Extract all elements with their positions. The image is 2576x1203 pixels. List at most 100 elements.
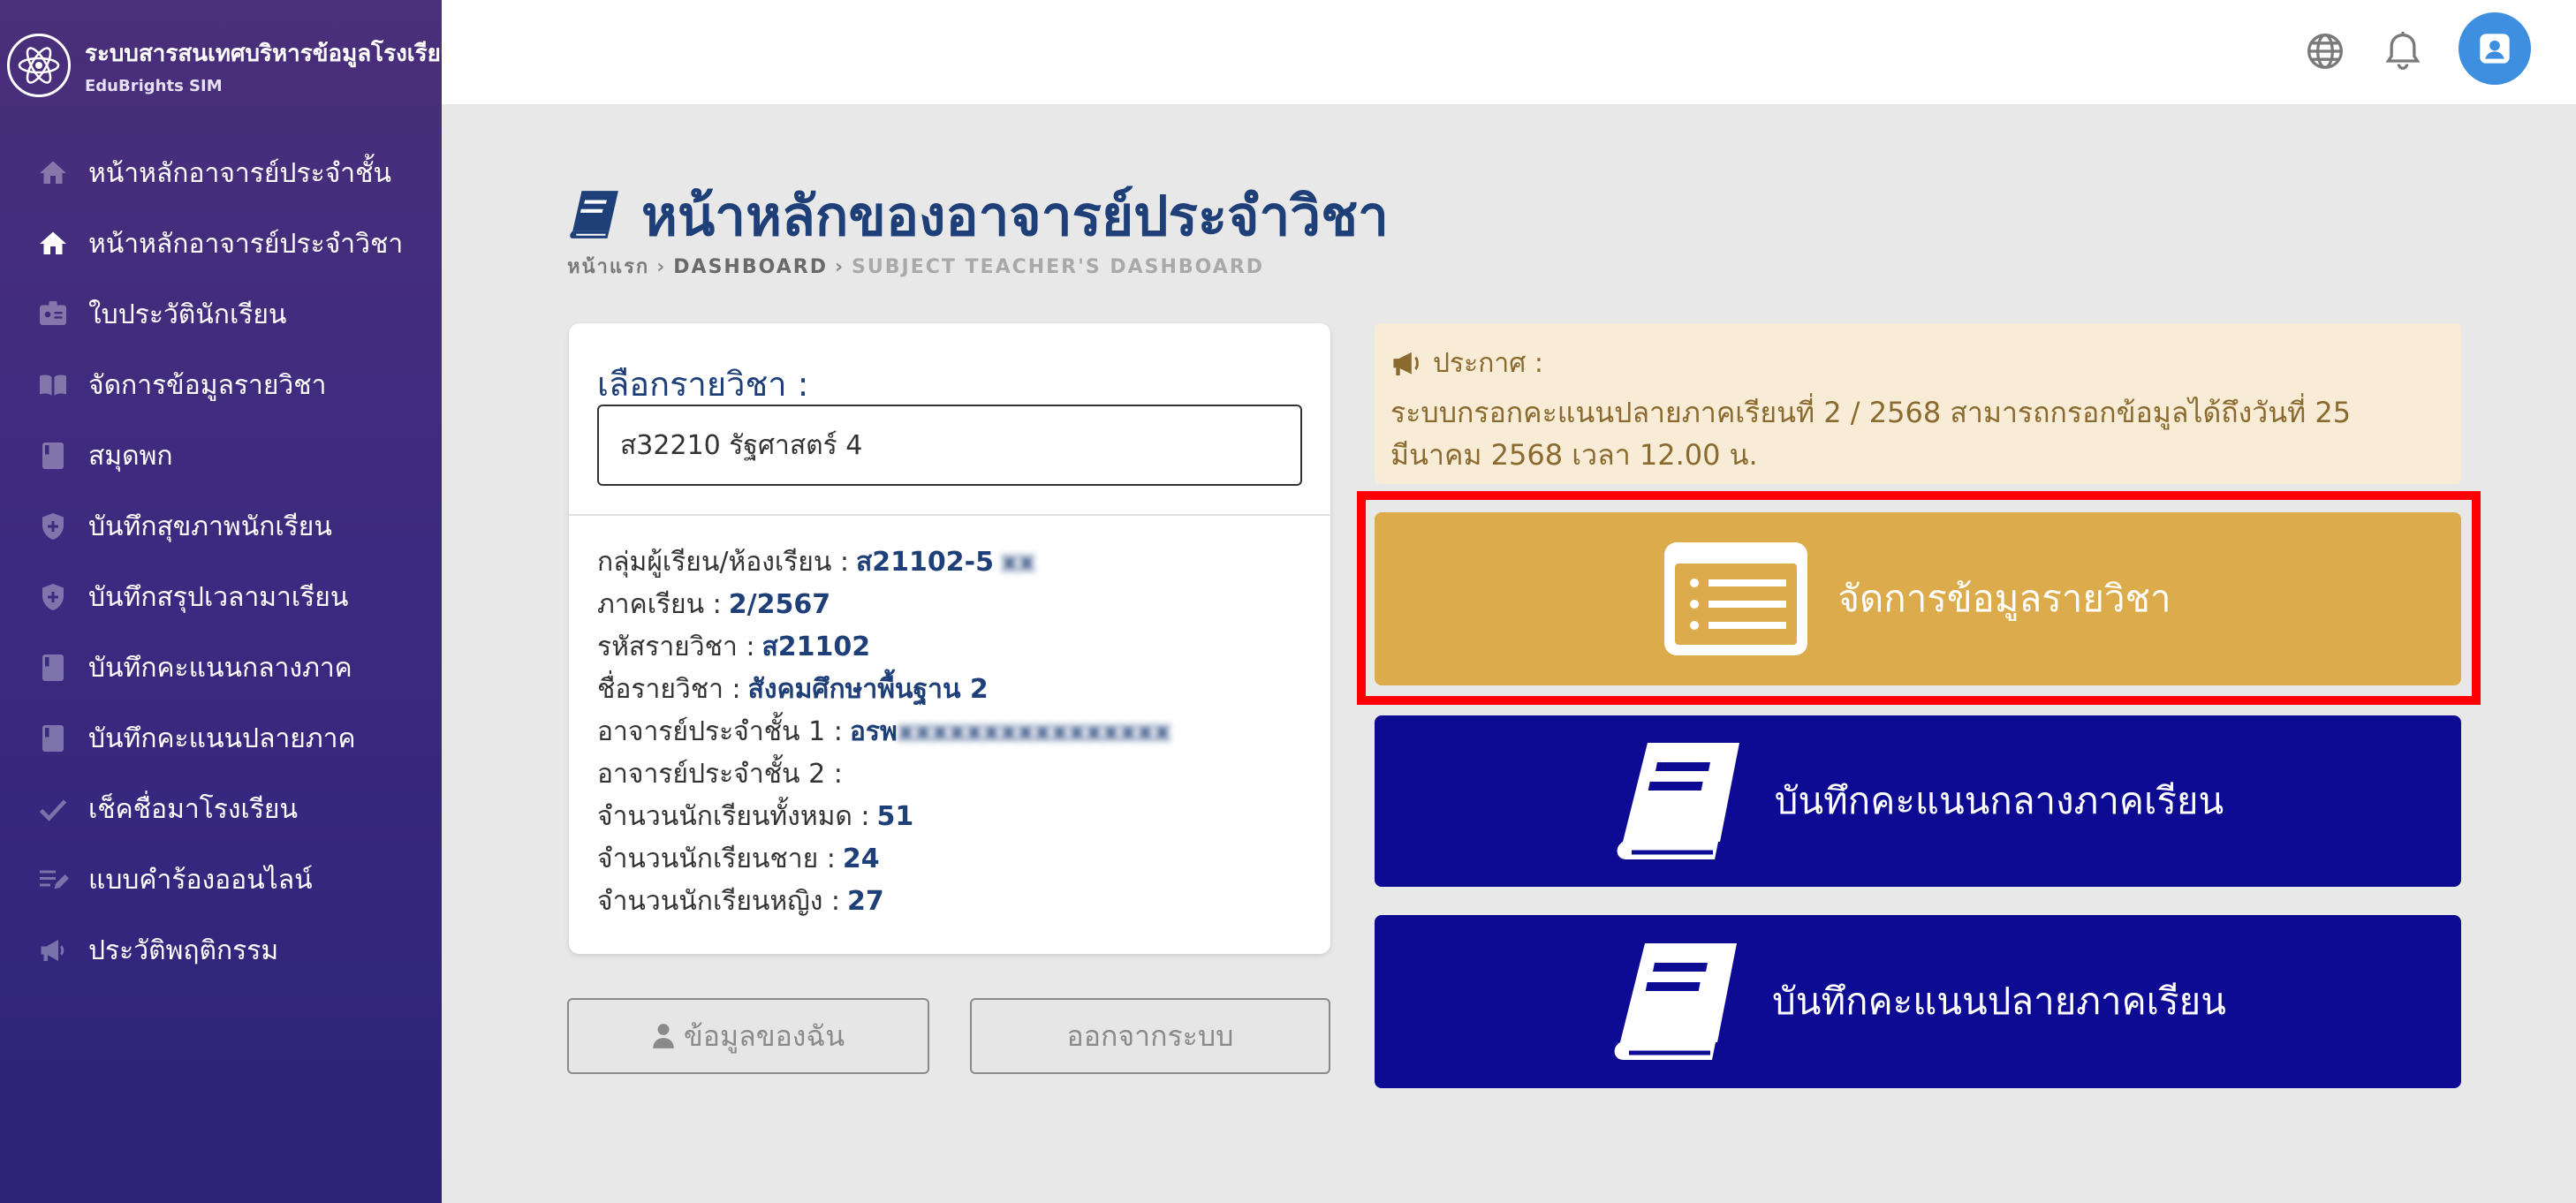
sidebar-item-label: บันทึกสรุปเวลามาเรียน [88, 581, 349, 613]
announcement-heading: ประกาศ : [1433, 348, 1543, 379]
sidebar-item-report-book[interactable]: สมุดพก [0, 420, 442, 491]
sidebar-item-midterm-scores[interactable]: บันทึกคะแนนกลางภาค [0, 632, 442, 703]
edit-list-icon [35, 862, 71, 897]
globe-icon[interactable] [2299, 25, 2352, 78]
sidebar-item-label: เช็คชื่อมาโรงเรียน [88, 793, 299, 825]
book-icon [1612, 739, 1745, 863]
info-label: ชื่อรายวิชา : [597, 673, 741, 705]
shield-plus-icon [35, 509, 71, 544]
book-icon [35, 438, 71, 473]
logout-button[interactable]: ออกจากระบบ [970, 998, 1330, 1074]
chevron-right-icon: › [834, 256, 845, 278]
breadcrumb-dashboard[interactable]: DASHBOARD [673, 256, 828, 278]
info-value: 24 [842, 843, 880, 874]
subject-info: กลุ่มผู้เรียน/ห้องเรียน : ส21102-5 xx ภาคเ… [597, 541, 1171, 922]
info-label: จำนวนนักเรียนชาย : [597, 843, 836, 874]
sidebar-item-label: สมุดพก [88, 440, 173, 472]
divider [569, 514, 1330, 516]
info-value: อรพ [849, 715, 898, 747]
info-row-female-students: จำนวนนักเรียนหญิง :27 [597, 880, 1171, 922]
megaphone-icon [35, 933, 71, 968]
redacted-text: xxxxxxxxxxxxxxxx [897, 715, 1171, 747]
info-row-term: ภาคเรียน :2/2567 [597, 583, 1171, 625]
book-icon [35, 650, 71, 685]
info-row-homeroom-teacher-2: อาจารย์ประจำชั้น 2 : [597, 753, 1171, 795]
info-row-total-students: จำนวนนักเรียนทั้งหมด :51 [597, 795, 1171, 837]
info-label: ภาคเรียน : [597, 588, 722, 620]
atom-logo-icon [7, 34, 71, 97]
page-title: หน้าหลักของอาจารย์ประจำวิชา [567, 173, 1389, 260]
topbar [442, 0, 2576, 104]
manage-subject-tile-label: จัดการข้อมูลรายวิชา [1837, 577, 2171, 620]
sidebar-item-label: ใบประวัตินักเรียน [88, 299, 287, 330]
subject-select-label: เลือกรายวิชา : [597, 365, 809, 404]
sidebar-item-label: แบบคำร้องออนไลน์ [88, 864, 313, 896]
sidebar-item-label: ประวัติพฤติกรรม [88, 934, 279, 966]
final-scores-tile[interactable]: บันทึกคะแนนปลายภาคเรียน [1375, 915, 2461, 1088]
info-value: 27 [847, 885, 884, 917]
sidebar-item-attendance-summary[interactable]: บันทึกสรุปเวลามาเรียน [0, 562, 442, 632]
sidebar-item-manage-subject[interactable]: จัดการข้อมูลรายวิชา [0, 350, 442, 420]
check-icon [35, 791, 71, 827]
info-value: 51 [876, 800, 914, 832]
sidebar-item-label: จัดการข้อมูลรายวิชา [88, 369, 327, 401]
final-scores-tile-label: บันทึกคะแนนปลายภาคเรียน [1772, 980, 2226, 1023]
megaphone-icon [1390, 350, 1422, 378]
info-row-homeroom-teacher-1: อาจารย์ประจำชั้น 1 : อรพ xxxxxxxxxxxxxxxx [597, 710, 1171, 753]
sidebar-item-final-scores[interactable]: บันทึกคะแนนปลายภาค [0, 703, 442, 774]
brand-title: ระบบสารสนเทศบริหารข้อมูลโรงเรียน [85, 41, 457, 67]
info-row-subject-code: รหัสรายวิชา : ส21102 [597, 625, 1171, 668]
info-label: รหัสรายวิชา : [597, 631, 755, 662]
breadcrumb-current: SUBJECT TEACHER'S DASHBOARD [852, 256, 1265, 278]
brand[interactable]: ระบบสารสนเทศบริหารข้อมูลโรงเรียน EduBrig… [7, 32, 457, 99]
announcement-text: ระบบกรอกคะแนนปลายภาคเรียนที่ 2 / 2568 สา… [1390, 396, 2352, 472]
info-label: จำนวนนักเรียนทั้งหมด : [597, 800, 870, 832]
sidebar-item-check-attendance[interactable]: เช็คชื่อมาโรงเรียน [0, 774, 442, 844]
list-icon [1664, 542, 1808, 655]
book-icon [567, 189, 622, 244]
home-icon [35, 226, 71, 261]
midterm-scores-tile-label: บันทึกคะแนนกลางภาคเรียน [1774, 779, 2224, 822]
sidebar: ระบบสารสนเทศบริหารข้อมูลโรงเรียน EduBrig… [0, 0, 457, 1203]
sidebar-menu: หน้าหลักอาจารย์ประจำชั้น หน้าหลักอาจารย์… [0, 138, 442, 986]
profile-button-label: ข้อมูลของฉัน [683, 1018, 845, 1053]
info-row-subject-name: ชื่อรายวิชา : สังคมศึกษาพื้นฐาน 2 [597, 668, 1171, 710]
sidebar-item-subject-dashboard[interactable]: หน้าหลักอาจารย์ประจำวิชา [0, 208, 442, 279]
redacted-text: xx [1001, 546, 1035, 578]
info-value: ส21102 [761, 631, 871, 662]
sidebar-item-label: หน้าหลักอาจารย์ประจำวิชา [88, 228, 404, 260]
info-label: อาจารย์ประจำชั้น 1 : [597, 715, 843, 747]
shield-plus-icon [35, 579, 71, 615]
info-value: สังคมศึกษาพื้นฐาน 2 [747, 673, 989, 705]
bell-icon[interactable] [2376, 25, 2429, 78]
chevron-right-icon: › [656, 256, 667, 278]
sidebar-item-online-request[interactable]: แบบคำร้องออนไลน์ [0, 844, 442, 915]
info-label: กลุ่มผู้เรียน/ห้องเรียน : [597, 546, 849, 578]
book-icon [1610, 940, 1742, 1063]
book-icon [35, 721, 71, 756]
profile-button[interactable]: ข้อมูลของฉัน [567, 998, 929, 1074]
subject-card: เลือกรายวิชา : ส32210 รัฐศาสตร์ 4 กลุ่มผ… [569, 323, 1330, 954]
page-title-text: หน้าหลักของอาจารย์ประจำวิชา [641, 184, 1389, 248]
info-label: จำนวนนักเรียนหญิง : [597, 885, 841, 917]
sidebar-item-label: หน้าหลักอาจารย์ประจำชั้น [88, 157, 391, 189]
midterm-scores-tile[interactable]: บันทึกคะแนนกลางภาคเรียน [1375, 715, 2461, 887]
info-value: ส21102-5 [856, 546, 995, 578]
brand-subtitle: EduBrights SIM [85, 77, 223, 95]
sidebar-item-behavior-history[interactable]: ประวัติพฤติกรรม [0, 915, 442, 986]
breadcrumb-home[interactable]: หน้าแรก [567, 256, 649, 278]
sidebar-item-label: บันทึกคะแนนปลายภาค [88, 723, 356, 754]
sidebar-item-student-profile[interactable]: ใบประวัตินักเรียน [0, 279, 442, 350]
info-value: 2/2567 [728, 588, 831, 620]
id-card-icon [35, 297, 71, 332]
info-label: อาจารย์ประจำชั้น 2 : [597, 758, 843, 790]
subject-select[interactable]: ส32210 รัฐศาสตร์ 4 [597, 405, 1302, 486]
home-icon [35, 155, 71, 191]
sidebar-item-homeroom-dashboard[interactable]: หน้าหลักอาจารย์ประจำชั้น [0, 138, 442, 208]
breadcrumb: หน้าแรก › DASHBOARD › SUBJECT TEACHER'S DASH… [567, 251, 1264, 282]
logout-button-label: ออกจากระบบ [1066, 1018, 1234, 1053]
user-avatar-icon[interactable] [2459, 12, 2531, 85]
sidebar-item-health-record[interactable]: บันทึกสุขภาพนักเรียน [0, 491, 442, 562]
book-open-icon [35, 367, 71, 403]
manage-subject-tile[interactable]: จัดการข้อมูลรายวิชา [1375, 512, 2461, 685]
